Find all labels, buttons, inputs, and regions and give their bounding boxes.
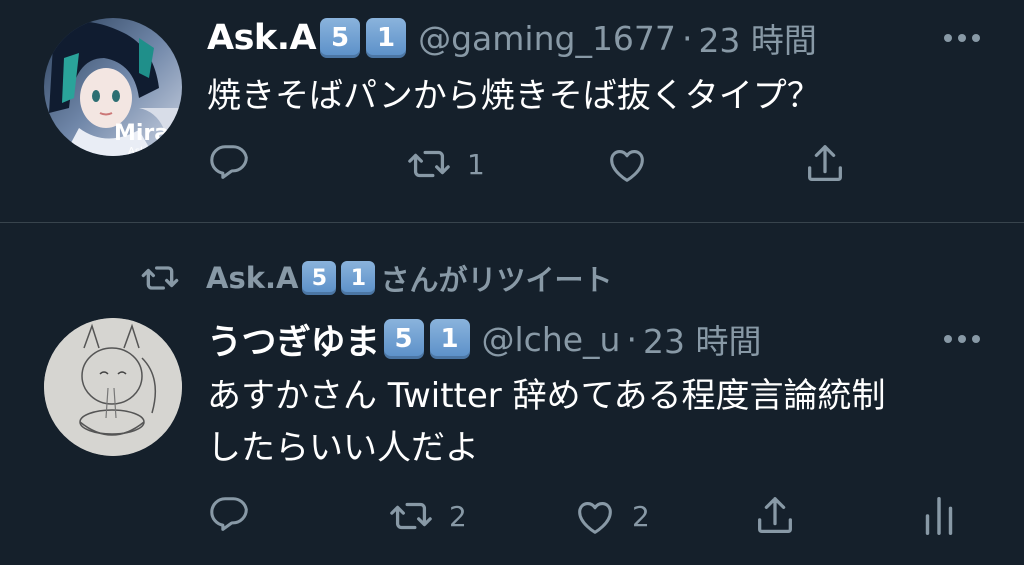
- tweet[interactable]: Mira Ask Ask.A 5 1 @gaming_1677 · 23 時間 …: [0, 0, 1024, 222]
- separator: ·: [626, 319, 637, 359]
- retweet-button[interactable]: 1: [405, 139, 485, 189]
- retweet-icon: [387, 493, 435, 539]
- badge-one: 1: [341, 261, 376, 295]
- share-button[interactable]: [802, 139, 848, 189]
- tweet-header: うつぎゆま 5 1 @lche_u · 23 時間: [207, 314, 761, 365]
- retweeter-name[interactable]: Ask.A: [206, 261, 298, 295]
- reply-button[interactable]: [207, 491, 267, 541]
- separator: ·: [681, 18, 693, 58]
- reply-icon: [207, 493, 253, 539]
- number-badges: 5 1: [383, 319, 476, 359]
- like-button[interactable]: [604, 139, 664, 189]
- tweet-text-line: 焼きそばパンから焼きそば抜くタイプ？: [207, 76, 821, 116]
- heart-icon: [604, 141, 650, 187]
- avatar[interactable]: [44, 318, 182, 456]
- tweet-text-line: あすかさん Twitter 辞めてある程度言論統制: [207, 376, 886, 416]
- number-badges: 5 1: [302, 261, 380, 295]
- more-dots-icon[interactable]: [932, 20, 992, 56]
- tweet-header: Ask.A 5 1 @gaming_1677 · 23 時間: [207, 15, 817, 61]
- avatar-label: Mira: [114, 121, 169, 146]
- handle[interactable]: @gaming_1677: [418, 19, 676, 58]
- analytics-button[interactable]: [916, 491, 962, 541]
- display-name[interactable]: うつぎゆま: [207, 314, 380, 365]
- tweet[interactable]: Ask.A 5 1 さんがリツイート うつぎゆま 5 1 @lche_u · 2…: [0, 223, 1024, 565]
- handle[interactable]: @lche_u: [482, 320, 621, 359]
- share-icon: [802, 141, 848, 187]
- retweet-icon: [130, 256, 190, 300]
- badge-five: 5: [302, 261, 337, 295]
- retweet-count: 1: [467, 147, 485, 181]
- number-badges: 5 1: [320, 18, 412, 58]
- timestamp[interactable]: 23 時間: [698, 14, 816, 62]
- share-button[interactable]: [752, 491, 798, 541]
- badge-one: 1: [429, 319, 470, 359]
- display-name[interactable]: Ask.A: [207, 18, 317, 58]
- analytics-icon: [916, 493, 962, 539]
- badge-one: 1: [366, 18, 407, 58]
- retweet-button[interactable]: 2: [387, 491, 467, 541]
- avatar[interactable]: Mira Ask: [44, 18, 182, 156]
- timestamp[interactable]: 23 時間: [643, 315, 761, 363]
- retweeted-by-banner[interactable]: Ask.A 5 1 さんがリツイート: [130, 256, 612, 300]
- tweet-text-line: したらいい人だよ: [207, 428, 479, 468]
- avatar-sublabel: Ask: [128, 146, 146, 156]
- badge-five: 5: [383, 319, 424, 359]
- share-icon: [752, 493, 798, 539]
- tweet-text: あすかさん Twitter 辞めてある程度言論統制 したらいい人だよ: [207, 370, 997, 474]
- like-count: 2: [632, 499, 650, 533]
- retweet-icon: [405, 141, 453, 187]
- retweet-count: 2: [449, 499, 467, 533]
- heart-icon: [572, 493, 618, 539]
- like-button[interactable]: 2: [572, 491, 650, 541]
- badge-five: 5: [320, 18, 361, 58]
- retweeted-label: さんがリツイート: [380, 263, 613, 297]
- tweet-text: 焼きそばパンから焼きそば抜くタイプ？: [207, 70, 821, 122]
- more-dots-icon[interactable]: [932, 321, 992, 357]
- reply-button[interactable]: [207, 139, 267, 189]
- reply-icon: [207, 141, 253, 187]
